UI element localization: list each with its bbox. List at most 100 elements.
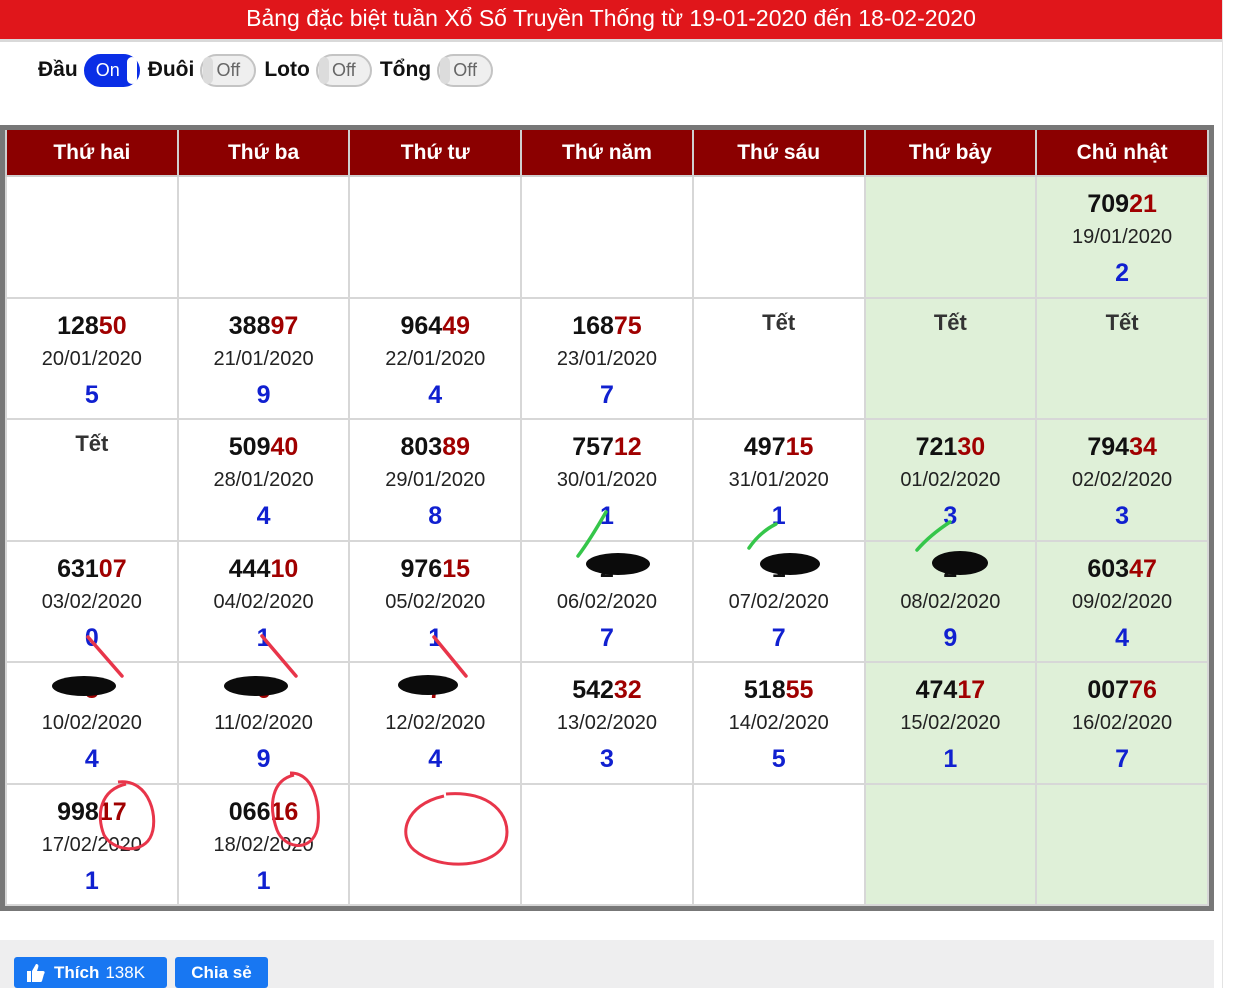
special-prize-number: 12850 (7, 311, 177, 341)
number-tail: 76 (1129, 676, 1157, 704)
weekday-header-row: Thứ hai Thứ ba Thứ tư Thứ năm Thứ sáu Thứ bảy… (5, 130, 1209, 177)
day-cell: 49715 31/01/2020 1 (691, 418, 866, 542)
draw-date: 18/02/2020 (213, 833, 314, 856)
day-cell: 70921 19/01/2020 2 (1035, 175, 1209, 299)
digit-value: 3 (943, 502, 958, 530)
special-prize-number: 70921 (1037, 189, 1207, 219)
draw-date: 14/02/2020 (728, 712, 829, 734)
week-row: Tết 50940 28/01/2020 4 80389 29/01/2020 8 75712… (5, 418, 1209, 542)
draw-date: 31/01/2020 (728, 469, 829, 491)
special-prize-number: 49715 (694, 432, 864, 462)
number-tail: 6 (256, 676, 271, 704)
day-cell: 47417 15/02/2020 1 (863, 661, 1038, 785)
number-tail: 15 (442, 554, 471, 583)
special-prize-number: 47417 (866, 675, 1036, 705)
digit-value: 7 (600, 380, 614, 409)
toggle-duoi[interactable]: Off (200, 53, 257, 87)
weekday-header: Thứ hai (5, 130, 179, 177)
special-prize-number: 97615 (350, 554, 520, 584)
day-cell: 97615 05/02/2020 1 (348, 539, 523, 663)
view-toggles: Đầu On Đuôi Off Loto Off Tổng Off (38, 52, 501, 88)
special-prize-number: 7 (350, 675, 520, 705)
like-count: 138K (105, 962, 146, 982)
special-prize-number: 16875 (522, 311, 692, 341)
special-prize-number: 72130 (866, 432, 1036, 462)
number-head: 631 (57, 554, 99, 583)
draw-date: 23/01/2020 (556, 347, 658, 370)
draw-date: 21/01/2020 (213, 347, 314, 370)
facebook-like-button[interactable]: Thích 138K (14, 957, 167, 988)
special-prize-number: 60347 (1037, 554, 1207, 584)
number-tail: 12 (613, 433, 642, 461)
number-tail: 16 (270, 797, 299, 826)
week-row: 70921 19/01/2020 2 (5, 175, 1209, 299)
number-tail: 40 (270, 433, 299, 461)
day-cell (176, 175, 351, 299)
draw-date: 22/01/2020 (385, 347, 486, 370)
special-prize-number: 6 (179, 675, 349, 705)
day-cell: 80389 29/01/2020 8 (348, 418, 523, 542)
special-prize-number: 96449 (350, 311, 520, 341)
draw-date: 11/02/2020 (214, 712, 313, 734)
special-prize-number: 38897 (179, 311, 349, 341)
day-cell: 96449 22/01/2020 4 (348, 296, 523, 420)
day-cell: 06616 18/02/2020 1 (176, 782, 351, 906)
special-prize-number: 5 (7, 675, 177, 705)
toggle-label-loto: Loto (264, 58, 310, 81)
day-cell: 38897 21/01/2020 9 (176, 296, 351, 420)
like-label: Thích (54, 962, 100, 982)
toggle-dau[interactable]: On (83, 53, 140, 87)
holiday-note: Tết (1105, 309, 1139, 335)
digit-value: 4 (84, 745, 99, 773)
number-tail: 30 (957, 433, 986, 461)
toggle-loto[interactable]: Off (315, 53, 372, 87)
day-cell: 1 07/02/2020 7 (691, 539, 866, 663)
day-cell: 5 10/02/2020 4 (5, 661, 179, 785)
toggle-knob (440, 56, 451, 84)
day-cell (691, 782, 866, 906)
day-cell (5, 175, 179, 299)
number-head: 066 (228, 797, 271, 826)
number-head: 976 (400, 554, 443, 583)
day-cell: 60347 09/02/2020 4 (1035, 539, 1209, 663)
number-head: 709 (1087, 190, 1130, 218)
weekday-header: Thứ bảy (863, 130, 1038, 177)
toggle-label-tong: Tổng (379, 58, 432, 81)
day-cell: 79434 02/02/2020 3 (1035, 418, 1209, 542)
special-prize-number: 99817 (7, 797, 177, 827)
scrollbar-rail[interactable] (1222, 0, 1242, 988)
day-cell: 54232 13/02/2020 3 (520, 661, 694, 785)
number-head: 509 (228, 433, 271, 461)
day-cell (691, 175, 866, 299)
facebook-share-button[interactable]: Chia sẻ (175, 957, 268, 988)
number-head: 497 (743, 433, 786, 461)
draw-date: 17/02/2020 (41, 833, 142, 856)
toggle-tong[interactable]: Off (437, 53, 494, 87)
special-prize-number: 00776 (1037, 675, 1207, 705)
toggle-knob (203, 56, 214, 84)
digit-value: 1 (771, 502, 786, 530)
special-prize-number: 75712 (522, 432, 692, 462)
number-head: 757 (572, 433, 614, 461)
weekday-header: Thứ ba (176, 130, 351, 177)
number-head: 388 (228, 311, 271, 340)
day-cell: 99817 17/02/2020 1 (5, 782, 179, 906)
number-tail: 15 (785, 433, 814, 461)
number-tail: 21 (1129, 190, 1157, 218)
special-prize-number: 2 (522, 554, 692, 584)
number-tail: 17 (957, 676, 986, 704)
draw-date: 16/02/2020 (1072, 712, 1173, 734)
holiday-note: Tết (75, 431, 109, 456)
digit-value: 3 (600, 745, 614, 773)
toggle-state: Off (216, 59, 241, 80)
toggle-state: Off (331, 59, 356, 80)
draw-date: 20/01/2020 (41, 347, 142, 370)
digit-value: 1 (428, 623, 443, 652)
day-cell (348, 175, 523, 299)
day-cell (1035, 782, 1209, 906)
toggle-knob (318, 56, 329, 84)
draw-date: 02/02/2020 (1072, 469, 1173, 491)
digit-value: 5 (771, 745, 786, 773)
draw-date: 07/02/2020 (728, 590, 829, 613)
day-cell: 00776 16/02/2020 7 (1035, 661, 1209, 785)
